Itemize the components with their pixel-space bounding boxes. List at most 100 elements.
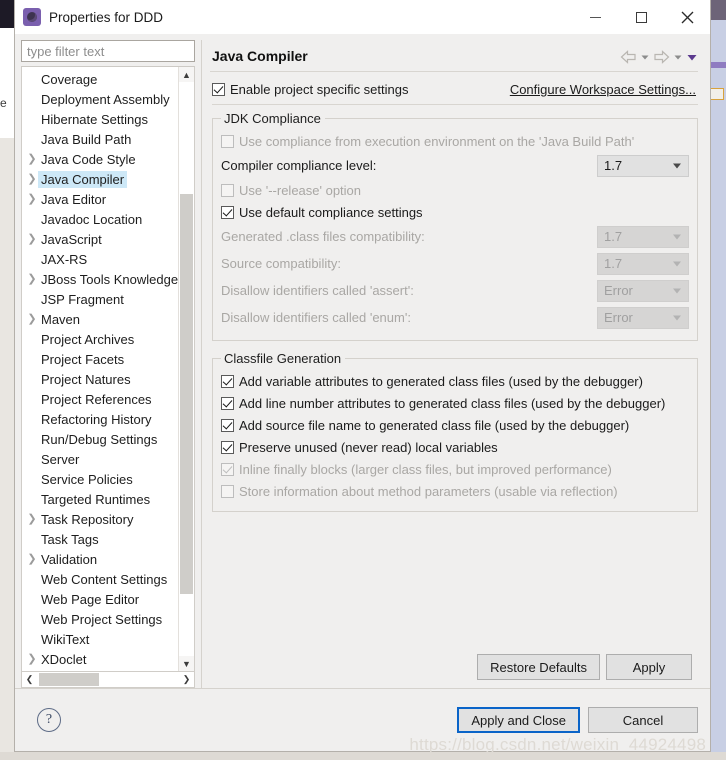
sidebar-item-server[interactable]: Server — [22, 449, 178, 469]
sidebar-item-jax-rs[interactable]: JAX-RS — [22, 249, 178, 269]
forward-arrow-icon[interactable] — [653, 50, 670, 64]
apply-button[interactable]: Apply — [606, 654, 692, 680]
sidebar-item-java-editor[interactable]: ❯ Java Editor — [22, 189, 178, 209]
tree-vertical-scrollbar[interactable]: ▲ ▼ — [178, 67, 194, 671]
enable-row-divider — [212, 104, 698, 105]
use-execution-environment-row: Use compliance from execution environmen… — [221, 130, 689, 152]
sidebar-item-task-tags[interactable]: Task Tags — [22, 529, 178, 549]
sidebar-item-java-build-path[interactable]: Java Build Path — [22, 129, 178, 149]
classfile-option-checkbox[interactable] — [221, 440, 234, 454]
filter-input[interactable] — [21, 40, 195, 62]
generated-class-compatibility-dropdown[interactable]: 1.7 — [597, 225, 689, 248]
chevron-right-icon[interactable]: ❯ — [24, 553, 40, 565]
settings-tree[interactable]: Coverage Deployment Assembly Hibernate Set… — [22, 67, 178, 671]
sidebar-item-deployment-assembly[interactable]: Deployment Assembly — [22, 89, 178, 109]
chevron-right-icon[interactable]: ❯ — [24, 233, 40, 245]
disallow-enum-row: Disallow identifiers called 'enum': Erro… — [221, 304, 689, 331]
compiler-compliance-level-dropdown[interactable]: 1.7 — [597, 154, 689, 177]
classfile-generation-options: Add variable attributes to generated cla… — [221, 370, 689, 502]
sidebar-item-service-policies[interactable]: Service Policies — [22, 469, 178, 489]
sidebar-item-jsp-fragment[interactable]: JSP Fragment — [22, 289, 178, 309]
panel-header: Java Compiler — [210, 40, 704, 64]
sidebar-item-xdoclet[interactable]: ❯ XDoclet — [22, 649, 178, 669]
sidebar-item-project-references[interactable]: Project References — [22, 389, 178, 409]
panel-navigation — [620, 48, 704, 64]
chevron-right-icon[interactable]: ❯ — [24, 153, 40, 165]
chevron-right-icon[interactable]: ❯ — [24, 653, 40, 665]
chevron-right-icon[interactable]: ❯ — [24, 313, 40, 325]
sidebar-item-web-content-settings[interactable]: Web Content Settings — [22, 569, 178, 589]
sidebar-item-jboss-tools-knowledge[interactable]: ❯ JBoss Tools Knowledge — [22, 269, 178, 289]
classfile-option-row: Inline finally blocks (larger class file… — [221, 458, 689, 480]
scroll-up-icon[interactable]: ▲ — [179, 67, 194, 82]
configure-workspace-settings-link[interactable]: Configure Workspace Settings... — [510, 82, 698, 97]
tree-horizontal-scrollbar[interactable]: ❮ ❯ — [21, 672, 195, 688]
use-default-compliance-checkbox[interactable] — [221, 205, 234, 219]
sidebar-item-label: Server — [41, 451, 80, 467]
sidebar-item-project-natures[interactable]: Project Natures — [22, 369, 178, 389]
sidebar-item-label: Deployment Assembly — [41, 91, 170, 107]
cancel-button[interactable]: Cancel — [588, 707, 698, 733]
sidebar-item-label: Web Project Settings — [41, 611, 163, 627]
help-icon[interactable]: ? — [37, 708, 61, 732]
sidebar-item-refactoring-history[interactable]: Refactoring History — [22, 409, 178, 429]
sidebar-item-targeted-runtimes[interactable]: Targeted Runtimes — [22, 489, 178, 509]
close-button[interactable] — [664, 0, 710, 34]
sidebar-item-javascript[interactable]: ❯ JavaScript — [22, 229, 178, 249]
apply-and-close-button[interactable]: Apply and Close — [457, 707, 580, 733]
chevron-right-icon[interactable]: ❯ — [24, 513, 40, 525]
use-release-option-checkbox[interactable] — [221, 183, 234, 197]
sidebar-item-javadoc-location[interactable]: Javadoc Location — [22, 209, 178, 229]
tree-hscroll-thumb[interactable] — [39, 673, 99, 686]
sidebar-item-label: Javadoc Location — [41, 211, 143, 227]
chevron-right-icon[interactable]: ❯ — [24, 193, 40, 205]
scroll-left-icon[interactable]: ❮ — [22, 673, 37, 686]
sidebar-item-project-facets[interactable]: Project Facets — [22, 349, 178, 369]
sidebar-item-coverage[interactable]: Coverage — [22, 69, 178, 89]
classfile-option-row: Add source file name to generated class … — [221, 414, 689, 436]
sidebar-item-label: Task Repository — [41, 511, 134, 527]
sidebar-item-hibernate-settings[interactable]: Hibernate Settings — [22, 109, 178, 129]
sidebar-item-web-project-settings[interactable]: Web Project Settings — [22, 609, 178, 629]
classfile-option-label: Store information about method parameter… — [239, 483, 618, 499]
disallow-assert-row: Disallow identifiers called 'assert': Er… — [221, 277, 689, 304]
sidebar-item-java-code-style[interactable]: ❯ Java Code Style — [22, 149, 178, 169]
disallow-enum-dropdown[interactable]: Error — [597, 306, 689, 329]
enable-project-specific-settings-checkbox[interactable] — [212, 83, 225, 96]
sidebar-item-validation[interactable]: ❯ Validation — [22, 549, 178, 569]
forward-history-chevron-down-icon[interactable] — [673, 50, 683, 64]
source-compatibility-dropdown[interactable]: 1.7 — [597, 252, 689, 275]
use-execution-environment-checkbox[interactable] — [221, 134, 234, 148]
view-menu-chevron-down-icon[interactable] — [686, 50, 698, 64]
page-title: Java Compiler — [212, 48, 308, 64]
panel-action-buttons: Restore Defaults Apply — [212, 654, 698, 688]
classfile-option-checkbox[interactable] — [221, 374, 234, 388]
sidebar-item-label: Validation — [41, 551, 98, 567]
sidebar-item-web-page-editor[interactable]: Web Page Editor — [22, 589, 178, 609]
minimize-button[interactable] — [572, 0, 618, 34]
sidebar-item-wikitext[interactable]: WikiText — [22, 629, 178, 649]
chevron-right-icon[interactable]: ❯ — [24, 273, 40, 285]
disallow-assert-dropdown[interactable]: Error — [597, 279, 689, 302]
classfile-option-checkbox[interactable] — [221, 396, 234, 410]
back-arrow-icon[interactable] — [620, 50, 637, 64]
enable-project-specific-settings-row: Enable project specific settings Configu… — [212, 82, 698, 97]
sidebar-item-run-debug-settings[interactable]: Run/Debug Settings — [22, 429, 178, 449]
sidebar-item-label: Task Tags — [41, 531, 99, 547]
sidebar-item-maven[interactable]: ❯ Maven — [22, 309, 178, 329]
tree-scroll-thumb[interactable] — [180, 194, 193, 594]
tree-scroll-track[interactable] — [179, 82, 194, 656]
tree-hscroll-track[interactable] — [37, 673, 179, 686]
back-history-chevron-down-icon[interactable] — [640, 50, 650, 64]
classfile-option-checkbox[interactable] — [221, 418, 234, 432]
restore-defaults-button[interactable]: Restore Defaults — [477, 654, 600, 680]
sidebar-item-java-compiler[interactable]: ❯ Java Compiler — [22, 169, 178, 189]
sidebar-item-project-archives[interactable]: Project Archives — [22, 329, 178, 349]
sidebar-item-label: Project Natures — [41, 371, 131, 387]
desktop-right-top-strip — [710, 0, 726, 20]
scroll-down-icon[interactable]: ▼ — [179, 656, 194, 671]
sidebar-item-task-repository[interactable]: ❯ Task Repository — [22, 509, 178, 529]
scroll-right-icon[interactable]: ❯ — [179, 673, 194, 686]
maximize-button[interactable] — [618, 0, 664, 34]
sidebar-item-label: Web Page Editor — [41, 591, 140, 607]
